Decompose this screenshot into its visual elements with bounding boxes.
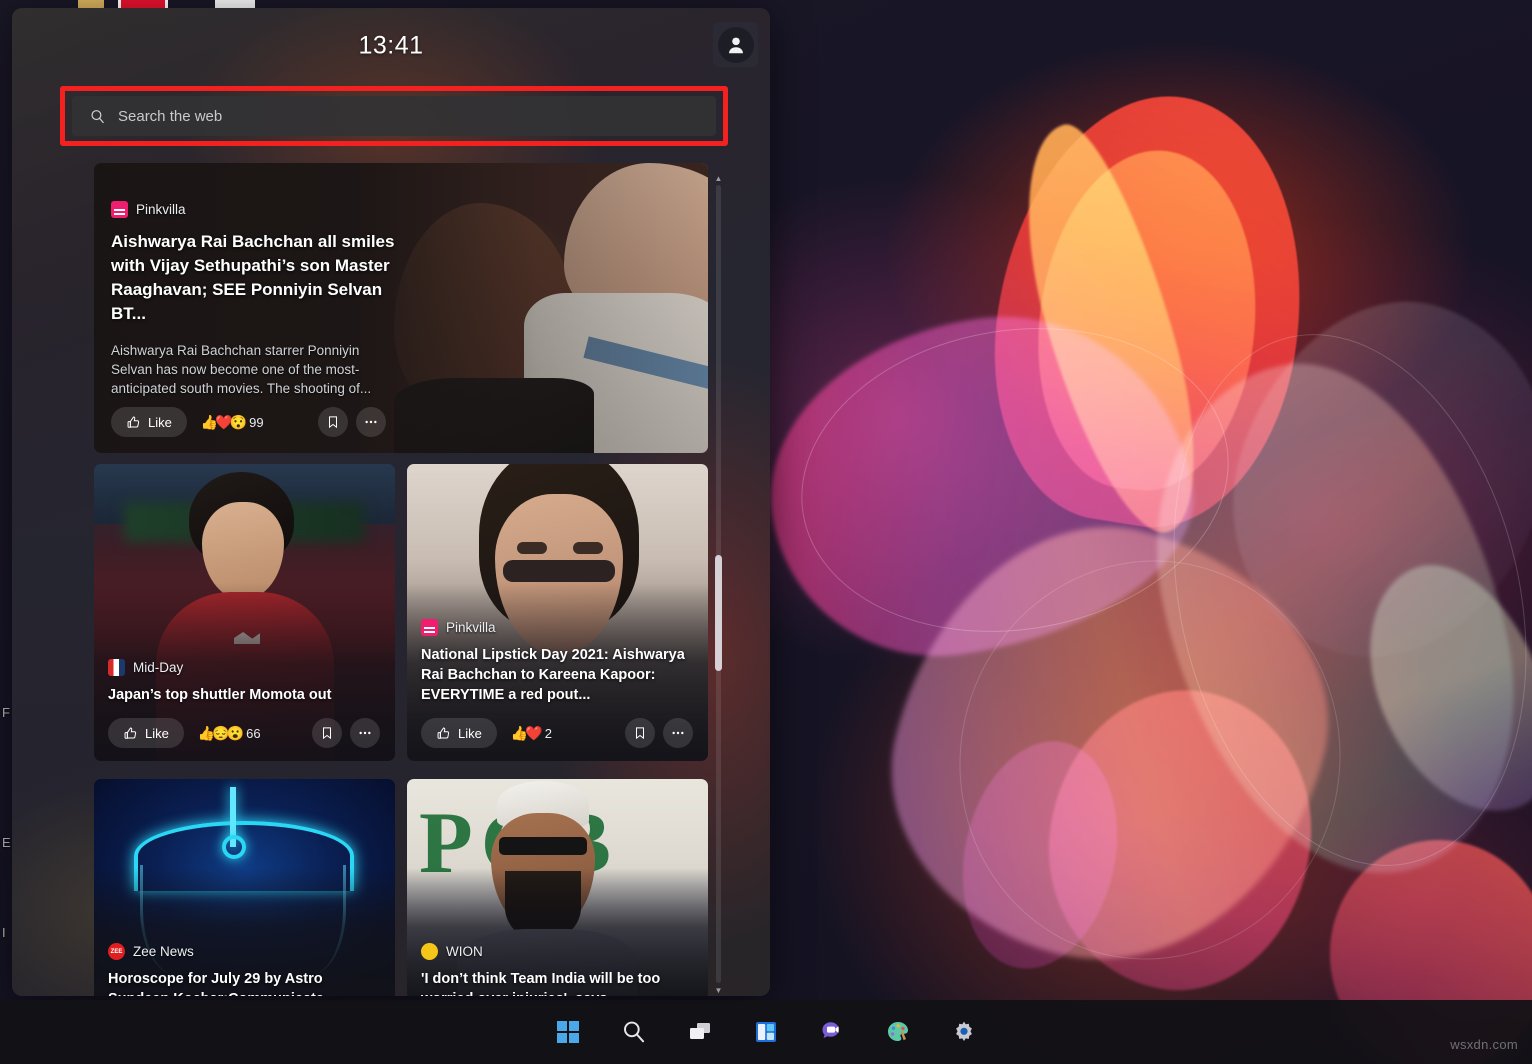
like-button[interactable]: Like (111, 407, 187, 437)
card-source-row: ZEE Zee News (108, 943, 380, 960)
card-text-block: Mid-Day Japan’s top shuttler Momota out (108, 659, 380, 705)
card-source-row: Pinkvilla (421, 619, 693, 636)
reaction-emojis: 👍❤️😯 (201, 414, 244, 431)
news-card-hero[interactable]: Pinkvilla Aishwarya Rai Bachchan all smi… (94, 163, 708, 453)
chat-video-icon (819, 1019, 845, 1045)
card-text-block: WION 'I don’t think Team India will be t… (421, 943, 693, 996)
search-icon (621, 1019, 647, 1045)
card-source-name: Mid-Day (133, 660, 183, 675)
gear-icon (951, 1019, 977, 1045)
source-logo-mid-day (108, 659, 125, 676)
card-headline: Aishwarya Rai Bachchan all smiles with V… (111, 230, 396, 327)
widgets-feed[interactable]: Pinkvilla Aishwarya Rai Bachchan all smi… (94, 163, 710, 996)
card-snippet: Aishwarya Rai Bachchan starrer Ponniyin … (111, 341, 396, 398)
news-card-team-india[interactable]: PCB WION 'I don’t think Team India will … (407, 779, 708, 996)
start-button[interactable] (546, 1010, 590, 1054)
widgets-header: 13:41 (12, 8, 770, 86)
bookmark-icon (320, 726, 334, 740)
thumbs-up-icon (126, 415, 141, 430)
scroll-up-arrow-icon[interactable]: ▲ (713, 173, 724, 183)
bookmark-icon (326, 415, 340, 429)
chat-button[interactable] (810, 1010, 854, 1054)
taskbar-items (546, 1010, 986, 1054)
paint-palette-icon (885, 1019, 911, 1045)
clock: 13:41 (12, 32, 770, 61)
more-options-button[interactable] (663, 718, 693, 748)
person-icon (725, 34, 747, 56)
reaction-summary[interactable]: 👍❤️😯 99 (201, 414, 264, 431)
screen: F E I 13:41 (0, 0, 1532, 1064)
card-text-block: ZEE Zee News Horoscope for July 29 by As… (108, 943, 380, 996)
thumbs-up-icon (436, 726, 451, 741)
card-headline: National Lipstick Day 2021: Aishwarya Ra… (421, 645, 693, 705)
news-card-horoscope[interactable]: ZEE Zee News Horoscope for July 29 by As… (94, 779, 395, 996)
card-source-name: WION (446, 944, 483, 959)
like-button[interactable]: Like (108, 718, 184, 748)
reaction-count: 2 (545, 726, 552, 741)
news-card-momota[interactable]: Mid-Day Japan’s top shuttler Momota out … (94, 464, 395, 761)
ellipsis-icon (357, 725, 373, 741)
card-actions: Like 👍😔😮 66 (108, 718, 380, 748)
taskbar: wsxdn.com (0, 1000, 1532, 1064)
card-image-kareena-sunglasses (407, 464, 708, 761)
bookmark-button[interactable] (312, 718, 342, 748)
card-text-block: Pinkvilla National Lipstick Day 2021: Ai… (421, 619, 693, 705)
scrollbar-thumb[interactable] (715, 555, 722, 671)
settings-button[interactable] (942, 1010, 986, 1054)
card-headline: Horoscope for July 29 by Astro Sundeep K… (108, 969, 380, 996)
bookmark-button[interactable] (318, 407, 348, 437)
more-options-button[interactable] (350, 718, 380, 748)
like-label: Like (148, 415, 172, 430)
task-view-button[interactable] (678, 1010, 722, 1054)
search-placeholder: Search the web (118, 108, 222, 125)
reaction-count: 99 (249, 415, 263, 430)
ellipsis-icon (363, 414, 379, 430)
like-label: Like (458, 726, 482, 741)
source-logo-zee-news: ZEE (108, 943, 125, 960)
widgets-icon (753, 1019, 779, 1045)
account-avatar-button[interactable] (713, 22, 758, 67)
source-logo-wion (421, 943, 438, 960)
more-options-button[interactable] (356, 407, 386, 437)
card-source-name: Pinkvilla (136, 202, 186, 217)
site-watermark: wsxdn.com (1450, 1037, 1518, 1052)
search-icon (88, 107, 106, 125)
feed-scrollbar[interactable]: ▲ ▼ (713, 173, 724, 995)
card-actions: Like 👍❤️😯 99 (111, 407, 386, 437)
scroll-down-arrow-icon[interactable]: ▼ (713, 985, 724, 995)
widgets-button[interactable] (744, 1010, 788, 1054)
task-view-icon (687, 1019, 713, 1045)
windows-logo-icon (556, 1020, 580, 1044)
card-text-block: Pinkvilla Aishwarya Rai Bachchan all smi… (111, 201, 396, 398)
card-source-row: Pinkvilla (111, 201, 396, 218)
card-image-badminton-player (94, 464, 395, 761)
card-source-name: Pinkvilla (446, 620, 496, 635)
card-headline: 'I don’t think Team India will be too wo… (421, 969, 693, 996)
paint-button[interactable] (876, 1010, 920, 1054)
search-button[interactable] (612, 1010, 656, 1054)
source-logo-pinkvilla (421, 619, 438, 636)
search-region: Search the web (60, 86, 728, 146)
card-actions: Like 👍❤️ 2 (421, 718, 693, 748)
reaction-count: 66 (246, 726, 260, 741)
like-label: Like (145, 726, 169, 741)
card-headline: Japan’s top shuttler Momota out (108, 685, 380, 705)
source-logo-pinkvilla (111, 201, 128, 218)
card-source-row: Mid-Day (108, 659, 380, 676)
bookmark-icon (633, 726, 647, 740)
ellipsis-icon (670, 725, 686, 741)
reaction-summary[interactable]: 👍❤️ 2 (511, 725, 552, 742)
reaction-summary[interactable]: 👍😔😮 66 (198, 725, 261, 742)
widgets-panel: 13:41 Search the web (12, 8, 770, 996)
reaction-emojis: 👍❤️ (511, 725, 540, 742)
bookmark-button[interactable] (625, 718, 655, 748)
like-button[interactable]: Like (421, 718, 497, 748)
avatar (718, 27, 754, 63)
news-card-lipstick[interactable]: Pinkvilla National Lipstick Day 2021: Ai… (407, 464, 708, 761)
search-input[interactable]: Search the web (72, 96, 716, 136)
card-source-row: WION (421, 943, 693, 960)
reaction-emojis: 👍😔😮 (198, 725, 241, 742)
card-source-name: Zee News (133, 944, 194, 959)
thumbs-up-icon (123, 726, 138, 741)
